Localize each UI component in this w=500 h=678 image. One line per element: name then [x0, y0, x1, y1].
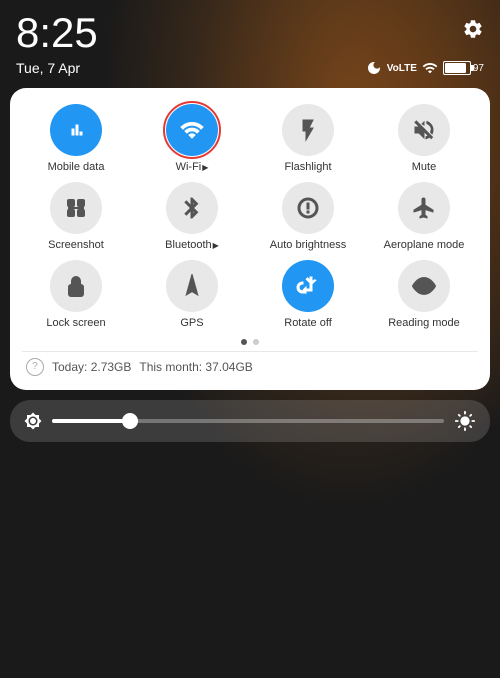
brightness-high-icon [454, 410, 476, 432]
quick-settings-panel: Mobile data Wi-Fi ▶ [10, 88, 490, 390]
mute-icon [412, 118, 436, 142]
mobile-data-label: Mobile data [48, 161, 105, 174]
qs-item-bluetooth[interactable]: Bluetooth ▶ [138, 182, 246, 252]
mute-icon-wrap [398, 104, 450, 156]
battery-indicator: 97 [443, 61, 484, 75]
gps-label: GPS [180, 317, 203, 330]
wifi-label-wrap: Wi-Fi ▶ [176, 161, 209, 174]
flashlight-label: Flashlight [284, 161, 331, 174]
quick-settings-grid: Mobile data Wi-Fi ▶ [22, 104, 478, 331]
today-usage: Today: 2.73GB [52, 360, 131, 374]
lock-icon [64, 274, 88, 298]
gps-icon [180, 274, 204, 298]
bluetooth-icon-wrap [166, 182, 218, 234]
wifi-icon-wrap [166, 104, 218, 156]
wifi-arrow-icon: ▶ [202, 163, 208, 172]
date-row: Tue, 7 Apr VoLTE 97 [0, 58, 500, 84]
qs-item-auto-brightness[interactable]: Auto brightness [254, 182, 362, 252]
screenshot-icon [64, 196, 88, 220]
lock-screen-icon-wrap [50, 260, 102, 312]
status-icons [462, 12, 484, 40]
auto-brightness-icon [296, 196, 320, 220]
brightness-track[interactable] [52, 419, 444, 423]
signal-icon [422, 60, 438, 76]
qs-item-reading-mode[interactable]: Reading mode [370, 260, 478, 330]
date-status-icons: VoLTE 97 [366, 60, 484, 76]
screenshot-icon-wrap [50, 182, 102, 234]
mobile-data-icon-wrap [50, 104, 102, 156]
screenshot-label: Screenshot [48, 239, 104, 252]
rotate-label: Rotate off [284, 317, 332, 330]
time-display: 8:25 [16, 12, 98, 54]
wifi-icon [180, 118, 204, 142]
settings-icon[interactable] [462, 18, 484, 40]
rotate-icon-wrap [282, 260, 334, 312]
flashlight-icon-wrap [282, 104, 334, 156]
qs-item-lock-screen[interactable]: Lock screen [22, 260, 130, 330]
battery-percent: 97 [473, 63, 484, 74]
qs-item-screenshot[interactable]: Screenshot [22, 182, 130, 252]
bluetooth-label-wrap: Bluetooth ▶ [165, 239, 219, 252]
bluetooth-icon [180, 196, 204, 220]
moon-icon [366, 60, 382, 76]
aeroplane-icon [412, 196, 436, 220]
dot-1 [241, 339, 247, 345]
month-usage: This month: 37.04GB [139, 360, 252, 374]
qs-item-gps[interactable]: GPS [138, 260, 246, 330]
bluetooth-label: Bluetooth [165, 239, 211, 252]
qs-item-aeroplane[interactable]: Aeroplane mode [370, 182, 478, 252]
dot-2 [253, 339, 259, 345]
auto-brightness-icon-wrap [282, 182, 334, 234]
date-display: Tue, 7 Apr [16, 60, 80, 76]
bluetooth-arrow-icon: ▶ [213, 241, 219, 250]
brightness-low-icon [24, 412, 42, 430]
wifi-label: Wi-Fi [176, 161, 202, 174]
mobile-data-icon [64, 118, 88, 142]
reading-mode-icon-wrap [398, 260, 450, 312]
flashlight-icon [296, 118, 320, 142]
auto-brightness-label: Auto brightness [270, 239, 346, 252]
qs-item-flashlight[interactable]: Flashlight [254, 104, 362, 174]
qs-item-mute[interactable]: Mute [370, 104, 478, 174]
lock-screen-label: Lock screen [46, 317, 105, 330]
status-bar: 8:25 [0, 0, 500, 58]
brightness-fill [52, 419, 130, 423]
reading-mode-label: Reading mode [388, 317, 460, 330]
eye-icon [412, 274, 436, 298]
data-usage-row: ? Today: 2.73GB This month: 37.04GB [22, 351, 478, 378]
qs-item-wifi[interactable]: Wi-Fi ▶ [138, 104, 246, 174]
qs-item-mobile-data[interactable]: Mobile data [22, 104, 130, 174]
aeroplane-label: Aeroplane mode [384, 239, 465, 252]
gps-icon-wrap [166, 260, 218, 312]
brightness-slider-container[interactable] [10, 400, 490, 442]
aeroplane-icon-wrap [398, 182, 450, 234]
qs-item-rotate[interactable]: Rotate off [254, 260, 362, 330]
brightness-thumb[interactable] [122, 413, 138, 429]
pagination-dots [22, 339, 478, 345]
data-usage-icon: ? [26, 358, 44, 376]
mute-label: Mute [412, 161, 436, 174]
rotate-icon [296, 274, 320, 298]
volte-icon: VoLTE [387, 63, 417, 74]
